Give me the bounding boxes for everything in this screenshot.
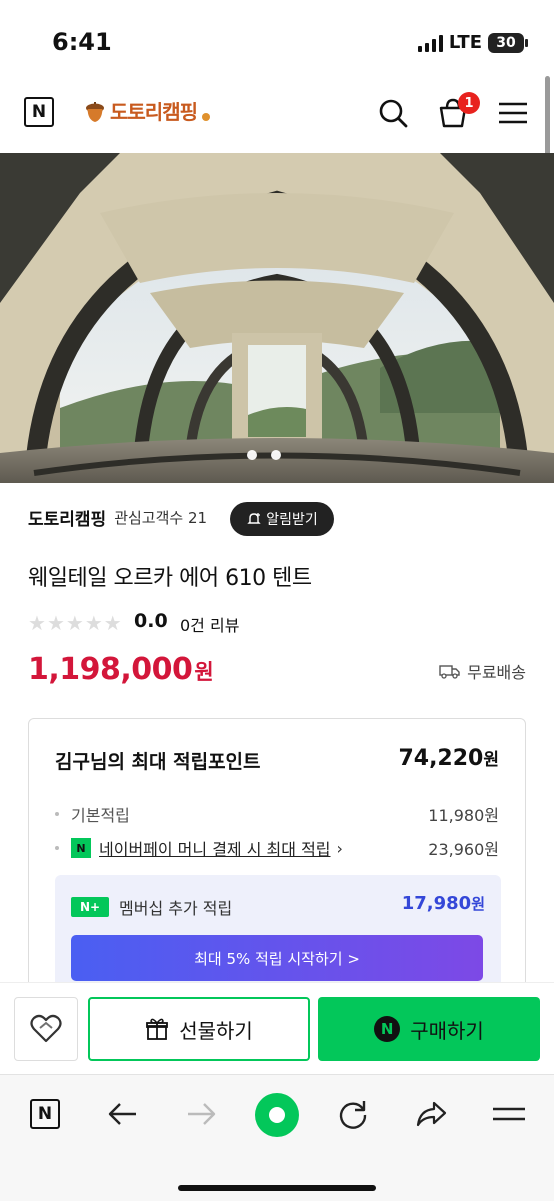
notify-button[interactable]: 알림받기 [230,502,334,536]
points-panel: 김구님의 최대 적립포인트 74,220원 기본적립 11,980원 N 네이버… [28,718,526,988]
back-arrow-icon[interactable] [106,1097,140,1131]
network-type: LTE [448,32,482,53]
refresh-icon[interactable] [336,1097,370,1131]
purchase-action-bar: 선물하기 N 구매하기 [0,982,554,1075]
carousel-dot-1[interactable] [247,450,257,460]
status-bar: 6:41 LTE 30 [0,0,554,84]
acorn-small-icon [202,112,210,121]
star-icon: ★ [103,611,122,635]
status-time: 6:41 [52,28,112,56]
battery-level: 30 [496,34,516,51]
gift-button[interactable]: 선물하기 [88,997,310,1061]
membership-label: 멤버십 추가 적립 [119,899,233,918]
membership-label-row: N+ 멤버십 추가 적립 [71,895,232,919]
app-header: N 도토리캠핑 1 [0,84,554,152]
price-currency: 원 [194,660,214,684]
npay-points-value: 23,960원 [428,840,499,859]
star-icon: ★ [28,611,46,635]
shipping-label: 무료배송 [467,663,526,682]
bullet [55,812,59,816]
product-image-carousel[interactable] [0,153,554,483]
product-title: 웨일테일 오르카 에어 610 텐트 [28,566,312,591]
rating-value: 0.0 [134,610,168,632]
bullet [55,846,59,850]
chevron-right-icon: › [336,838,343,858]
star-icon: ★ [46,611,65,635]
basic-points-value: 11,980원 [428,806,499,825]
search-icon[interactable] [376,96,410,130]
bell-plus-icon [247,513,261,524]
carousel-indicator[interactable] [247,450,281,460]
star-icon: ★ [84,611,103,635]
buy-label: 구매하기 [410,1018,484,1043]
basic-points-label: 기본적립 [71,806,130,825]
membership-value: 17,980원 [401,893,485,914]
npay-points-link[interactable]: 네이버페이 머니 결제 시 최대 적립 [99,836,331,860]
naver-plus-icon: N+ [71,897,109,917]
shipping-info: 무료배송 [439,659,526,683]
gift-icon [146,1018,169,1040]
acorn-icon [86,101,104,122]
store-fans: 관심고객수 21 [114,509,208,527]
basic-points-row: 기본적립 11,980원 [55,803,499,825]
forward-arrow-icon[interactable] [184,1097,218,1131]
buy-button[interactable]: N 구매하기 [318,997,540,1061]
membership-box: N+ 멤버십 추가 적립 17,980원 최대 5% 적립 시작하기 > [55,875,501,987]
store-info[interactable]: 도토리캠핑 관심고객수 21 [28,505,207,530]
share-icon[interactable] [414,1097,448,1131]
menu-icon[interactable] [496,96,530,130]
store-name[interactable]: 도토리캠핑 [28,505,106,530]
points-headline: 김구님의 최대 적립포인트 [55,751,261,773]
naver-pay-icon: N [374,1016,401,1042]
review-count-link[interactable]: 0건 리뷰 [180,612,239,636]
signal-icon [417,34,443,52]
browser-toolbar: N [0,1074,554,1201]
points-total: 74,220원 [398,746,499,771]
home-dot-icon [269,1107,285,1123]
home-button[interactable] [255,1093,299,1137]
page-scrollbar[interactable] [545,76,550,156]
star-icon: ★ [65,611,84,635]
home-indicator[interactable] [178,1185,376,1191]
start-membership-button[interactable]: 최대 5% 적립 시작하기 > [71,935,483,981]
store-logo[interactable]: 도토리캠핑 [84,96,211,125]
store-logo-text: 도토리캠핑 [110,100,198,124]
cart-count-badge: 1 [458,92,480,114]
notify-label: 알림받기 [266,512,318,528]
truck-icon [439,665,460,679]
wishlist-button[interactable] [14,997,78,1061]
npay-points-row[interactable]: N 네이버페이 머니 결제 시 최대 적립 › 23,960원 [55,837,499,859]
rating-stars: ★ ★ ★ ★ ★ [28,611,122,635]
product-price: 1,198,000 원 [28,652,214,687]
carousel-dot-2[interactable] [271,450,281,460]
price-value: 1,198,000 [28,652,193,687]
gift-label: 선물하기 [179,1018,253,1043]
product-image [0,153,554,483]
more-menu-icon[interactable] [492,1097,526,1131]
naver-home-button[interactable]: N [24,97,54,127]
npay-icon: N [71,838,91,858]
battery-icon: 30 [488,32,528,53]
naver-tab-button[interactable]: N [30,1099,60,1129]
status-indicators: LTE 30 [417,32,528,53]
heart-icon [30,1014,62,1043]
